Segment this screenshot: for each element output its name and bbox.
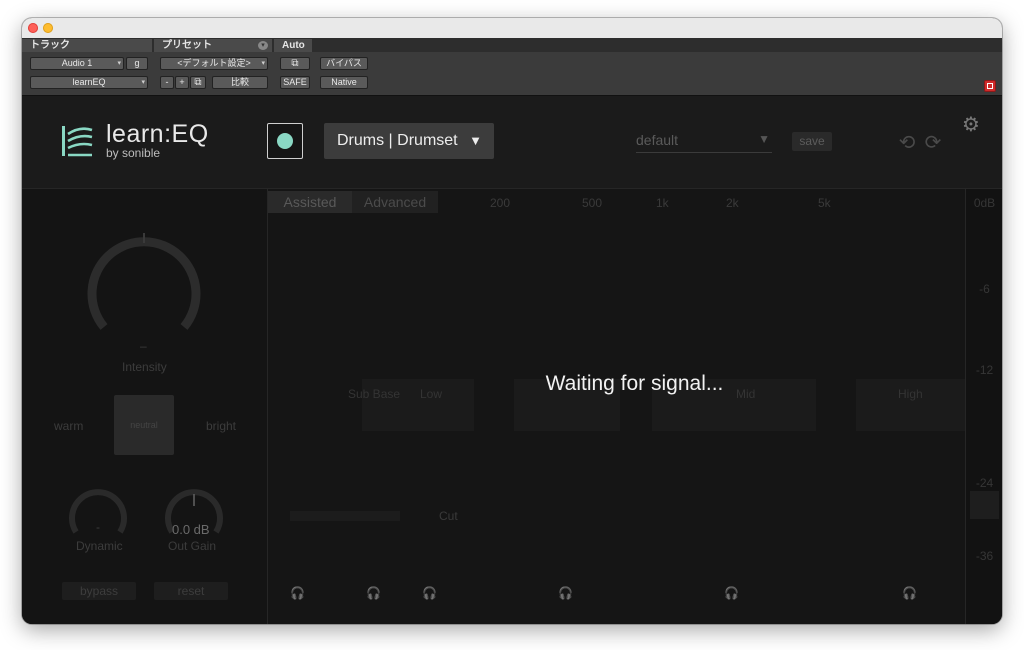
freq-label-500: 500 [582,196,603,210]
target-window-button[interactable] [984,80,996,92]
reset-button[interactable]: reset [154,582,228,600]
plugin-topbar: learn:EQ by sonible Drums | Drumset ▼ de… [22,96,1002,189]
tone-pad[interactable]: neutral [114,395,174,455]
copy-icon: ⧉ [194,77,202,88]
close-window-button[interactable] [28,23,38,33]
bypass-host-label: バイパス [326,58,362,68]
track-selector[interactable]: Audio 1 ▾ [30,57,124,70]
meter-bar [970,491,999,519]
chevron-down-icon: ▾ [141,79,145,86]
host-header: トラック プリセット ▾ Auto Audio 1 ▾ g learnEQ ▾ <デ… [22,38,1002,96]
gear-icon[interactable]: ⚙ [960,114,982,136]
intensity-value: – [140,339,147,353]
plugin-body: learn:EQ by sonible Drums | Drumset ▼ de… [22,96,1002,624]
redo-icon[interactable]: ⟳ [922,132,944,154]
compare-button[interactable]: 比較 [212,76,268,89]
meter-label-0db: 0dB [973,196,996,210]
undo-icon[interactable]: ⟲ [896,132,918,154]
safe-label: SAFE [283,77,307,87]
headphones-icon[interactable]: 🎧 [422,587,437,599]
meter-label-12: -12 [975,363,994,377]
headphones-icon[interactable]: 🎧 [290,587,305,599]
save-button[interactable]: save [792,132,832,151]
chevron-down-icon: ▾ [261,60,265,67]
bright-label: bright [206,419,237,433]
preset-label: プリセット [154,39,272,52]
next-preset-button[interactable]: + [175,76,189,89]
warm-label: warm [54,419,84,433]
native-label: Native [331,77,357,87]
group-name: g [134,58,140,68]
insert-name: learnEQ [72,77,106,87]
bypass-button[interactable]: bypass [62,582,136,600]
auto-label: Auto [274,39,312,52]
intensity-label: Intensity [122,360,167,374]
meter-label-6: -6 [979,282,990,296]
dynamic-label: Dynamic [76,539,123,553]
headphones-icon[interactable]: 🎧 [558,587,573,599]
minimize-window-button[interactable] [43,23,53,33]
preset-name-dropdown[interactable]: default ▼ [636,132,772,153]
logo-subtitle: by sonible [106,146,161,160]
caret-down-icon: ▼ [469,133,482,148]
bypass-host-button[interactable]: バイパス [320,57,368,70]
preset-value: <デフォルト設定> [177,58,251,68]
insert-selector[interactable]: learnEQ ▾ [30,76,148,89]
tone-pad-label: neutral [130,420,158,430]
plus-label: + [179,77,185,87]
minus-label: - [165,77,169,87]
track-name: Audio 1 [61,58,93,68]
profile-selector[interactable]: Drums | Drumset ▼ [324,123,494,159]
control-sidebar: – Intensity warm neutral bright - Dynami… [22,189,268,624]
compare-label: 比較 [230,77,249,87]
preset-name: default [636,132,679,148]
headphones-icon[interactable]: 🎧 [366,587,381,599]
meter-label-36: -36 [975,549,994,563]
headphones-icon[interactable]: 🎧 [902,587,917,599]
headphones-icon[interactable]: 🎧 [724,587,739,599]
automation-window-button[interactable]: ⧉ [280,57,310,70]
meter-label-24: -24 [975,476,994,490]
caret-down-icon: ▼ [758,132,770,146]
automation-icon: ⧉ [291,58,299,69]
cut-slider[interactable] [290,511,400,521]
preset-menu-icon[interactable]: ▾ [258,41,268,50]
dynamic-value: - [96,520,100,534]
logo-title: learn:EQ [106,120,209,148]
freq-label-200: 200 [490,196,511,210]
learn-record-button[interactable] [267,123,303,159]
freq-label-5k: 5k [818,196,831,210]
out-gain-value: 0.0 dB [172,522,210,537]
native-button[interactable]: Native [320,76,368,89]
eq-display: Assisted Advanced 200 500 1k 2k 5k Sub B… [268,189,965,624]
title-bar [22,18,1002,38]
plugin-window: トラック プリセット ▾ Auto Audio 1 ▾ g learnEQ ▾ <デ… [22,18,1002,624]
waiting-message: Waiting for signal... [545,372,724,395]
learneq-logo-icon [62,126,93,157]
out-gain-label: Out Gain [168,539,217,553]
freq-label-2k: 2k [726,196,739,210]
preset-selector[interactable]: <デフォルト設定> ▾ [160,57,268,70]
cut-label: Cut [439,509,458,523]
copy-settings-button[interactable]: ⧉ [190,76,206,89]
chevron-down-icon: ▾ [117,60,121,67]
output-meter: 0dB -6 -12 -24 -36 [965,189,1002,624]
profile-name: Drums | Drumset [337,132,458,149]
track-label: トラック [22,39,152,52]
previous-preset-button[interactable]: - [160,76,174,89]
safe-button[interactable]: SAFE [280,76,310,89]
group-selector[interactable]: g [126,57,148,70]
tab-advanced[interactable]: Advanced [352,191,438,213]
intensity-knob[interactable] [82,227,206,351]
freq-label-1k: 1k [656,196,669,210]
tab-assisted[interactable]: Assisted [268,191,352,213]
